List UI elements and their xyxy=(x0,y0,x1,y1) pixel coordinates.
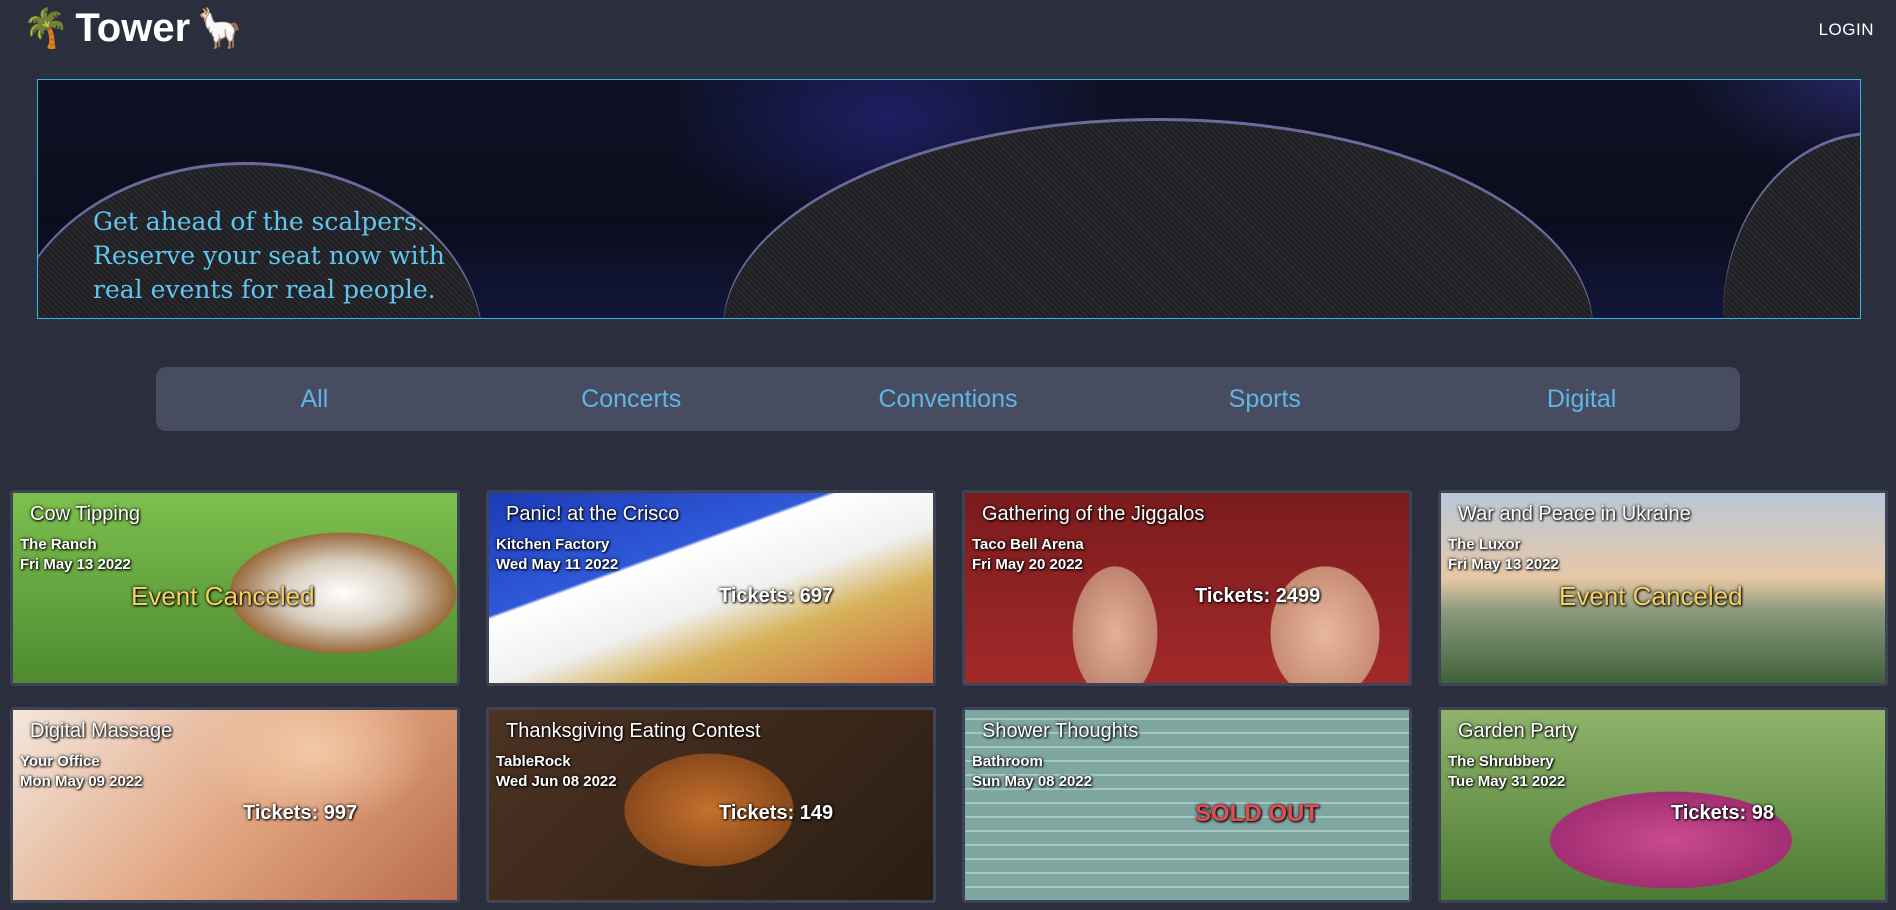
event-status: Event Canceled xyxy=(1559,581,1743,611)
event-status: Event Canceled xyxy=(131,581,315,611)
event-date: Fri May 13 2022 xyxy=(20,556,131,573)
event-card[interactable]: Gathering of the Jiggalos Taco Bell Aren… xyxy=(962,490,1412,686)
event-location: The Shrubbery xyxy=(1448,753,1554,770)
seat-image xyxy=(1723,132,1860,318)
event-card[interactable]: War and Peace in Ukraine The Luxor Fri M… xyxy=(1438,490,1888,686)
event-location: The Luxor xyxy=(1448,536,1521,553)
event-name: Gathering of the Jiggalos xyxy=(982,503,1205,525)
event-location: Your Office xyxy=(20,753,100,770)
event-name: War and Peace in Ukraine xyxy=(1458,503,1691,525)
hero-line: real events for real people. xyxy=(93,275,436,304)
event-date: Fri May 20 2022 xyxy=(972,556,1083,573)
brand-logo[interactable]: 🌴 Tower 🦙 xyxy=(22,6,243,51)
hero-tagline: Get ahead of the scalpers. Reserve your … xyxy=(93,205,445,307)
event-status: Tickets: 2499 xyxy=(1195,585,1321,607)
event-name: Cow Tipping xyxy=(30,503,141,525)
category-tab-all[interactable]: All xyxy=(156,367,473,431)
event-location: TableRock xyxy=(496,753,571,770)
top-navbar: 🌴 Tower 🦙 LOGIN xyxy=(0,0,1896,60)
event-name: Thanksgiving Eating Contest xyxy=(506,720,761,742)
event-location: The Ranch xyxy=(20,536,97,553)
hero-line: Get ahead of the scalpers. xyxy=(93,207,425,236)
category-filter-bar: All Concerts Conventions Sports Digital xyxy=(156,367,1740,431)
palm-tree-icon: 🌴 xyxy=(22,7,70,50)
brand-name: Tower xyxy=(75,6,191,50)
seat-image xyxy=(723,118,1593,318)
event-status: SOLD OUT xyxy=(1195,800,1319,827)
event-date: Tue May 31 2022 xyxy=(1448,773,1566,790)
event-date: Wed May 11 2022 xyxy=(496,556,619,573)
event-card[interactable]: Panic! at the Crisco Kitchen Factory Wed… xyxy=(486,490,936,686)
event-date: Wed Jun 08 2022 xyxy=(496,773,617,790)
category-tab-digital[interactable]: Digital xyxy=(1423,367,1740,431)
event-card[interactable]: Shower Thoughts Bathroom Sun May 08 2022… xyxy=(962,707,1412,903)
login-button[interactable]: LOGIN xyxy=(1819,20,1874,40)
event-name: Shower Thoughts xyxy=(982,720,1139,742)
event-location: Taco Bell Arena xyxy=(972,536,1084,553)
event-date: Mon May 09 2022 xyxy=(20,773,143,790)
event-status: Tickets: 997 xyxy=(243,802,358,824)
event-card[interactable]: Digital Massage Your Office Mon May 09 2… xyxy=(10,707,460,903)
event-name: Digital Massage xyxy=(30,720,173,742)
event-card[interactable]: Thanksgiving Eating Contest TableRock We… xyxy=(486,707,936,903)
category-tab-concerts[interactable]: Concerts xyxy=(473,367,790,431)
category-tab-conventions[interactable]: Conventions xyxy=(790,367,1107,431)
event-card[interactable]: Garden Party The Shrubbery Tue May 31 20… xyxy=(1438,707,1888,903)
event-date: Fri May 13 2022 xyxy=(1448,556,1559,573)
llama-icon: 🦙 xyxy=(196,7,244,50)
event-card[interactable]: Cow Tipping The Ranch Fri May 13 2022 Ev… xyxy=(10,490,460,686)
event-name: Panic! at the Crisco xyxy=(506,503,680,525)
event-name: Garden Party xyxy=(1458,720,1577,742)
event-location: Kitchen Factory xyxy=(496,536,610,553)
event-status: Tickets: 697 xyxy=(719,585,834,607)
event-location: Bathroom xyxy=(972,753,1043,770)
event-status: Tickets: 98 xyxy=(1671,802,1775,824)
event-date: Sun May 08 2022 xyxy=(972,773,1093,790)
hero-banner: Get ahead of the scalpers. Reserve your … xyxy=(37,79,1861,319)
category-tab-sports[interactable]: Sports xyxy=(1106,367,1423,431)
hero-line: Reserve your seat now with xyxy=(93,241,445,270)
event-status: Tickets: 149 xyxy=(719,802,834,824)
